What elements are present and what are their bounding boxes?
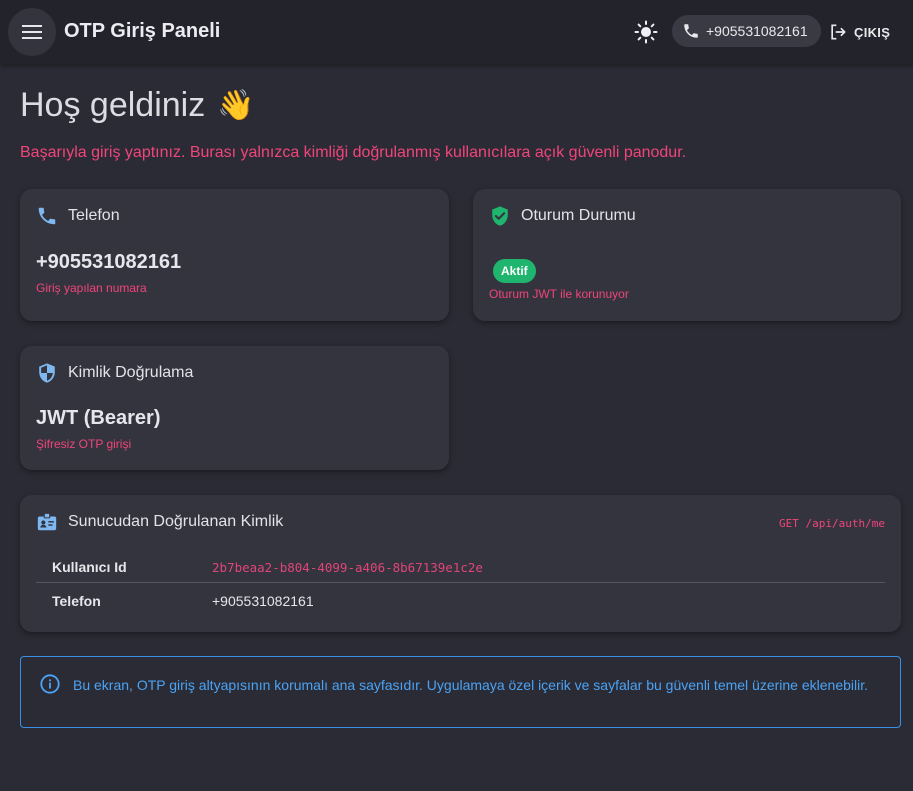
auth-card-header: Kimlik Doğrulama <box>36 362 193 384</box>
row-key: Telefon <box>52 593 101 609</box>
menu-icon <box>22 25 42 39</box>
app-title: OTP Giriş Paneli <box>64 20 221 42</box>
logout-label: ÇIKIŞ <box>854 24 891 40</box>
identity-card-header: Sunucudan Doğrulanan Kimlik <box>36 511 283 533</box>
phone-chip-label: +905531082161 <box>706 23 808 39</box>
phone-card-title: Telefon <box>68 207 120 224</box>
phone-icon <box>38 207 56 225</box>
waving-hand-emoji: 👋 <box>217 89 255 122</box>
welcome-subtitle: Başarıyla giriş yaptınız. Burası yalnızc… <box>20 144 687 161</box>
identity-table: Kullanıcı Id 2b7beaa2-b804-4099-a406-8b6… <box>36 549 885 617</box>
session-card-title: Oturum Durumu <box>521 207 636 224</box>
info-alert: Bu ekran, OTP giriş altyapısının korumal… <box>20 656 901 728</box>
welcome-heading: Hoş geldiniz 👋 <box>20 86 255 125</box>
info-text: Bu ekran, OTP giriş altyapısının korumal… <box>73 677 869 693</box>
status-badge: Aktif <box>493 259 536 283</box>
session-card-header: Oturum Durumu <box>489 205 636 227</box>
logout-icon <box>831 24 846 40</box>
phone-card: Telefon +905531082161 Giriş yapılan numa… <box>20 189 449 321</box>
menu-button[interactable] <box>8 8 56 56</box>
logout-button[interactable]: ÇIKIŞ <box>828 18 890 46</box>
auth-card-value: JWT (Bearer) <box>36 407 161 429</box>
theme-toggle-button[interactable] <box>630 16 662 48</box>
table-row: Telefon +905531082161 <box>36 583 885 617</box>
auth-card: Kimlik Doğrulama JWT (Bearer) Şifresiz O… <box>20 346 449 470</box>
phone-icon <box>684 24 698 38</box>
sun-icon <box>634 20 658 44</box>
phone-card-value: +905531082161 <box>36 251 182 273</box>
welcome-title: Hoş geldiniz <box>20 86 206 124</box>
security-shield-icon <box>39 363 55 383</box>
phone-chip[interactable]: +905531082161 <box>672 15 821 47</box>
identity-card-title: Sunucudan Doğrulanan Kimlik <box>68 513 284 530</box>
auth-card-note: Şifresiz OTP girişi <box>36 437 132 451</box>
badge-icon <box>37 512 57 531</box>
app-bar: OTP Giriş Paneli +905531082161 ÇIKIŞ <box>0 0 913 64</box>
row-value: +905531082161 <box>212 593 314 609</box>
row-key: Kullanıcı Id <box>52 559 127 575</box>
verified-shield-icon <box>492 206 508 226</box>
phone-card-header: Telefon <box>36 205 120 227</box>
endpoint-label: GET /api/auth/me <box>779 517 885 530</box>
phone-card-note: Giriş yapılan numara <box>36 281 147 295</box>
info-icon <box>40 674 60 694</box>
identity-card: Sunucudan Doğrulanan Kimlik GET /api/aut… <box>20 495 901 632</box>
auth-card-title: Kimlik Doğrulama <box>68 364 194 381</box>
table-row: Kullanıcı Id 2b7beaa2-b804-4099-a406-8b6… <box>36 549 885 583</box>
session-card: Oturum Durumu Aktif Oturum JWT ile korun… <box>473 189 901 321</box>
row-value: 2b7beaa2-b804-4099-a406-8b67139e1c2e <box>212 560 483 575</box>
session-card-note: Oturum JWT ile korunuyor <box>489 287 629 301</box>
